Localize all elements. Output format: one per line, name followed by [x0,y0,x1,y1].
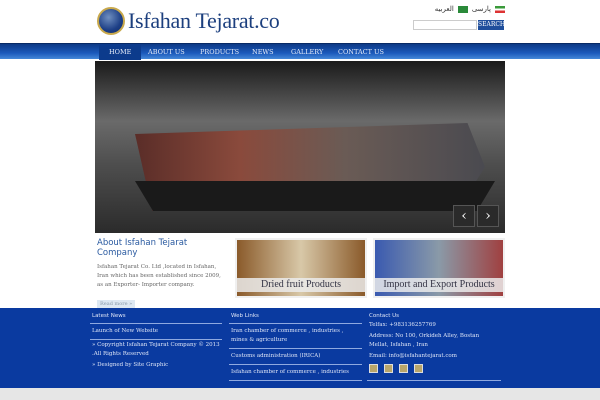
nav-news[interactable]: NEWS [252,44,274,60]
slider-prev-button[interactable]: ‹ [453,205,475,227]
read-more-link[interactable]: Read more » [97,300,136,308]
logo-globe-icon [97,7,125,35]
search-input[interactable] [413,20,477,30]
product-caption: Dried fruit Products [237,278,365,292]
product-card-import-export[interactable]: Import and Export Products [373,238,505,298]
lang-arabic[interactable]: العربیه [435,5,454,13]
product-caption: Import and Export Products [375,278,503,292]
slider-next-button[interactable]: › [477,205,499,227]
contact-title: Contact Us [369,313,400,319]
contact-email[interactable]: Email: info@isfahantejarat.com [367,351,501,362]
nav-about[interactable]: ABOUT US [148,44,185,60]
web-link[interactable]: Customs administration (IRICA) [229,349,362,365]
footer: Latest News Launch of New Website » Copy… [0,308,600,388]
about-title: About Isfahan Tejarat Company [97,238,188,258]
copyright: » Copyright Isfahan Tejarat Company © 20… [92,342,220,357]
web-links: Web Links Iran chamber of commerce , ind… [229,311,362,381]
facebook-icon[interactable] [414,364,423,373]
nav-contact[interactable]: CONTACT US [338,44,384,60]
contact-us: Contact Us Telfax: +983136257769 Address… [367,311,501,381]
contact-tel: Telfax: +983136257769 [369,322,436,328]
web-link[interactable]: Iran chamber of commerce , industries , … [229,324,362,349]
web-links-title: Web Links [229,311,362,324]
iran-flag-icon[interactable] [495,5,505,13]
bottom-bar [0,388,600,400]
logo[interactable]: Isfahan Tejarat.co [97,7,280,35]
blog-icon[interactable] [369,364,378,373]
about-section: About Isfahan Tejarat Company Isfahan Te… [97,238,227,309]
contact-address: Address: No 100, Orkideh Alley, Bostan M… [369,333,480,348]
designed-by[interactable]: » Designed by Site Graphic [90,360,222,371]
latest-news: Latest News Launch of New Website » Copy… [90,311,222,371]
ship-hull [135,181,495,211]
nav-home[interactable]: HOME [99,44,142,60]
nav-gallery[interactable]: GALLERY [291,44,323,60]
nav-products[interactable]: PRODUCTS [200,44,239,60]
image-slider: ‹ › [95,61,505,233]
rss-icon[interactable] [384,364,393,373]
social-icon[interactable] [399,364,408,373]
saudi-flag-icon[interactable] [457,5,468,13]
about-text: Isfahan Tejarat Co. Ltd ,located in Isfa… [97,264,221,288]
web-link[interactable]: Isfahan chamber of commerce , industries [229,365,362,381]
main-nav: HOME ABOUT US PRODUCTS NEWS GALLERY CONT… [0,43,600,60]
news-item[interactable]: Launch of New Website [90,324,222,340]
search-button[interactable]: SEARCH [478,20,505,30]
brand-name: Isfahan Tejarat.co [128,8,280,33]
latest-news-title: Latest News [90,311,222,324]
lang-farsi[interactable]: پارسی [472,5,491,13]
language-switcher: العربیه پارسی [435,5,505,13]
product-card-dried-fruit[interactable]: Dried fruit Products [235,238,367,298]
